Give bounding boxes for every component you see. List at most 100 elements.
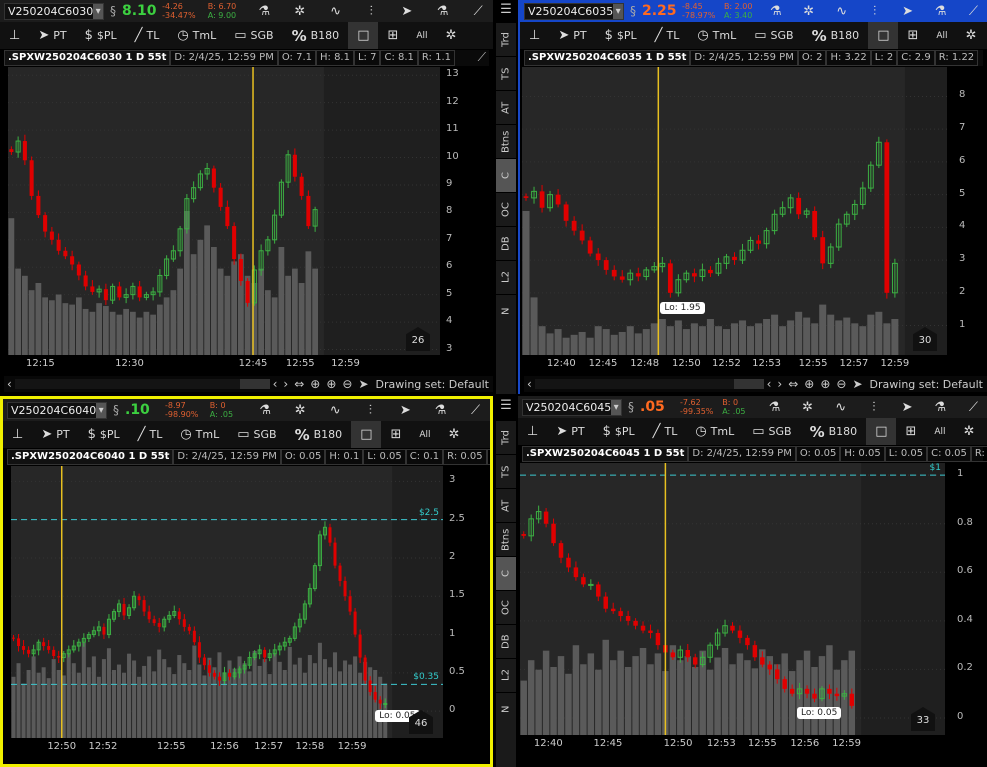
b180-button[interactable]: % B180 bbox=[283, 22, 349, 49]
settings-button[interactable]: ✲ bbox=[955, 418, 984, 445]
link-icon[interactable]: § bbox=[630, 4, 636, 18]
single-layout-button[interactable]: □ bbox=[866, 418, 897, 445]
scroll-thumb[interactable] bbox=[733, 379, 764, 389]
single-layout-button[interactable]: □ bbox=[348, 22, 379, 49]
cursor-icon[interactable]: ➤ bbox=[391, 403, 420, 418]
timeline-button[interactable]: ◷ TmL bbox=[171, 421, 228, 448]
price-type-button[interactable]: ➤ PT bbox=[29, 22, 75, 49]
chevron-down-icon[interactable]: ▾ bbox=[611, 399, 621, 415]
scroll-track[interactable] bbox=[14, 379, 270, 389]
sgb-button[interactable]: ▭ SGB bbox=[228, 421, 285, 448]
chart-scrollbar[interactable]: ‹ ‹ › ⇔ ⊕ ⊕ ⊖ ➤ Drawing set: Default bbox=[4, 376, 493, 392]
b180-button[interactable]: % B180 bbox=[801, 418, 867, 445]
flask-icon[interactable]: ⚗ bbox=[249, 4, 279, 19]
chevron-down-icon[interactable]: ▾ bbox=[93, 3, 103, 19]
scroll-right-icon[interactable]: › bbox=[280, 377, 291, 391]
side-tab-btns[interactable]: Btns bbox=[496, 522, 516, 556]
trendline-button[interactable]: ╱ TL bbox=[644, 418, 687, 445]
side-tab-l2[interactable]: L2 bbox=[496, 658, 516, 692]
zoom-out-icon[interactable]: ⊖ bbox=[833, 377, 849, 391]
flask-icon[interactable]: ⚗ bbox=[762, 4, 789, 19]
settings-button[interactable]: ✲ bbox=[437, 22, 466, 49]
menu-icon[interactable]: ☰ bbox=[496, 2, 516, 22]
trendline-button[interactable]: ╱ TL bbox=[126, 22, 169, 49]
side-tab-l2[interactable]: L2 bbox=[496, 260, 516, 294]
timeline-button[interactable]: ◷ TmL bbox=[168, 22, 225, 49]
side-tab-c[interactable]: C bbox=[496, 556, 516, 590]
expand-icon[interactable]: ⇔ bbox=[785, 377, 801, 391]
scroll-left-icon[interactable]: ‹ bbox=[270, 377, 281, 391]
gear-icon[interactable]: ✲ bbox=[285, 4, 315, 19]
side-tab-oc[interactable]: OC bbox=[496, 590, 516, 624]
chevron-down-icon[interactable]: ▾ bbox=[96, 402, 106, 418]
scroll-track[interactable] bbox=[534, 379, 764, 389]
cursor-icon[interactable]: ➤ bbox=[894, 400, 921, 415]
studies-wave-icon[interactable]: ∿ bbox=[827, 400, 854, 415]
pl-button[interactable]: $ $PL bbox=[596, 22, 646, 49]
pl-button[interactable]: $ $PL bbox=[594, 418, 644, 445]
flask-icon[interactable]: ⚗ bbox=[428, 4, 458, 19]
chart-scrollbar[interactable]: ‹ ‹ › ⇔ ⊕ ⊕ ⊖ ➤ Drawing set: Default bbox=[524, 376, 987, 392]
link-icon[interactable]: § bbox=[628, 400, 634, 414]
flask-icon[interactable]: ⚗ bbox=[927, 400, 954, 415]
timeline-button[interactable]: ◷ TmL bbox=[688, 22, 745, 49]
price-alert-label[interactable]: $0.35 bbox=[413, 672, 439, 682]
side-tab-trd[interactable]: Trd bbox=[496, 420, 516, 454]
chart-mode-icon[interactable]: ⟋ bbox=[475, 50, 489, 66]
b180-button[interactable]: % B180 bbox=[803, 22, 869, 49]
price-chart[interactable]: 26 bbox=[8, 67, 440, 355]
grid-layout-button[interactable]: ⊞ bbox=[381, 421, 410, 448]
side-tab-at[interactable]: AT bbox=[496, 488, 516, 522]
symbol-selector[interactable]: V250204C6045 ▾ bbox=[522, 398, 622, 416]
side-tab-c[interactable]: C bbox=[496, 158, 516, 192]
price-alert-label[interactable]: $1 bbox=[930, 463, 941, 473]
symbol-selector[interactable]: V250204C6035 ▾ bbox=[524, 2, 624, 20]
price-type-button[interactable]: ➤ PT bbox=[547, 418, 593, 445]
more-values[interactable]: ... bbox=[486, 449, 490, 465]
gear-icon[interactable]: ✲ bbox=[795, 4, 822, 19]
price-chart[interactable]: $1 Lo: 0.05 33 bbox=[520, 463, 945, 735]
all-button[interactable]: All bbox=[410, 421, 439, 448]
drawing-icon[interactable]: ⟋ bbox=[461, 403, 490, 418]
grid-layout-button[interactable]: ⊞ bbox=[896, 418, 925, 445]
studies-wave-icon[interactable]: ∿ bbox=[828, 4, 855, 19]
timeline-button[interactable]: ◷ TmL bbox=[686, 418, 743, 445]
candle-style-icon[interactable]: ⫶ bbox=[860, 400, 887, 415]
pl-button[interactable]: $ $PL bbox=[79, 421, 129, 448]
pin-button[interactable]: ⊥ bbox=[518, 418, 547, 445]
price-alert-label[interactable]: $2.5 bbox=[419, 508, 439, 518]
scroll-left-icon[interactable]: ‹ bbox=[524, 377, 535, 391]
scroll-left-icon[interactable]: ‹ bbox=[764, 377, 775, 391]
gear-icon[interactable]: ✲ bbox=[286, 403, 315, 418]
side-tab-btns[interactable]: Btns bbox=[496, 124, 516, 158]
scroll-thumb[interactable] bbox=[239, 379, 270, 389]
drawing-icon[interactable]: ⟋ bbox=[960, 4, 987, 19]
scroll-right-icon[interactable]: › bbox=[774, 377, 785, 391]
sgb-button[interactable]: ▭ SGB bbox=[745, 22, 802, 49]
single-layout-button[interactable]: □ bbox=[351, 421, 382, 448]
b180-button[interactable]: % B180 bbox=[286, 421, 352, 448]
expand-icon[interactable]: ⇔ bbox=[291, 377, 307, 391]
side-tab-db[interactable]: DB bbox=[496, 226, 516, 260]
flask-icon[interactable]: ⚗ bbox=[251, 403, 280, 418]
side-tab-n[interactable]: N bbox=[496, 692, 516, 726]
drawing-icon[interactable]: ⟋ bbox=[463, 4, 493, 19]
chevron-down-icon[interactable]: ▾ bbox=[613, 3, 623, 19]
scroll-left-icon[interactable]: ‹ bbox=[4, 377, 15, 391]
symbol-input[interactable]: V250204C6045 bbox=[523, 401, 611, 414]
symbol-input[interactable]: V250204C6040 bbox=[8, 404, 96, 417]
zoom-out-icon[interactable]: ⊖ bbox=[339, 377, 355, 391]
side-tab-ts[interactable]: TS bbox=[496, 56, 516, 90]
settings-button[interactable]: ✲ bbox=[957, 22, 986, 49]
pl-button[interactable]: $ $PL bbox=[76, 22, 126, 49]
cursor-icon[interactable]: ➤ bbox=[849, 377, 865, 391]
candle-style-icon[interactable]: ⫶ bbox=[356, 4, 386, 19]
price-chart[interactable]: Lo: 1.95 30 bbox=[522, 67, 947, 355]
menu-icon[interactable]: ☰ bbox=[496, 398, 516, 418]
pin-button[interactable]: ⊥ bbox=[0, 22, 29, 49]
studies-wave-icon[interactable]: ∿ bbox=[321, 403, 350, 418]
settings-button[interactable]: ✲ bbox=[440, 421, 469, 448]
sgb-button[interactable]: ▭ SGB bbox=[743, 418, 800, 445]
flask-icon[interactable]: ⚗ bbox=[426, 403, 455, 418]
symbol-input[interactable]: V250204C6035 bbox=[525, 5, 613, 18]
